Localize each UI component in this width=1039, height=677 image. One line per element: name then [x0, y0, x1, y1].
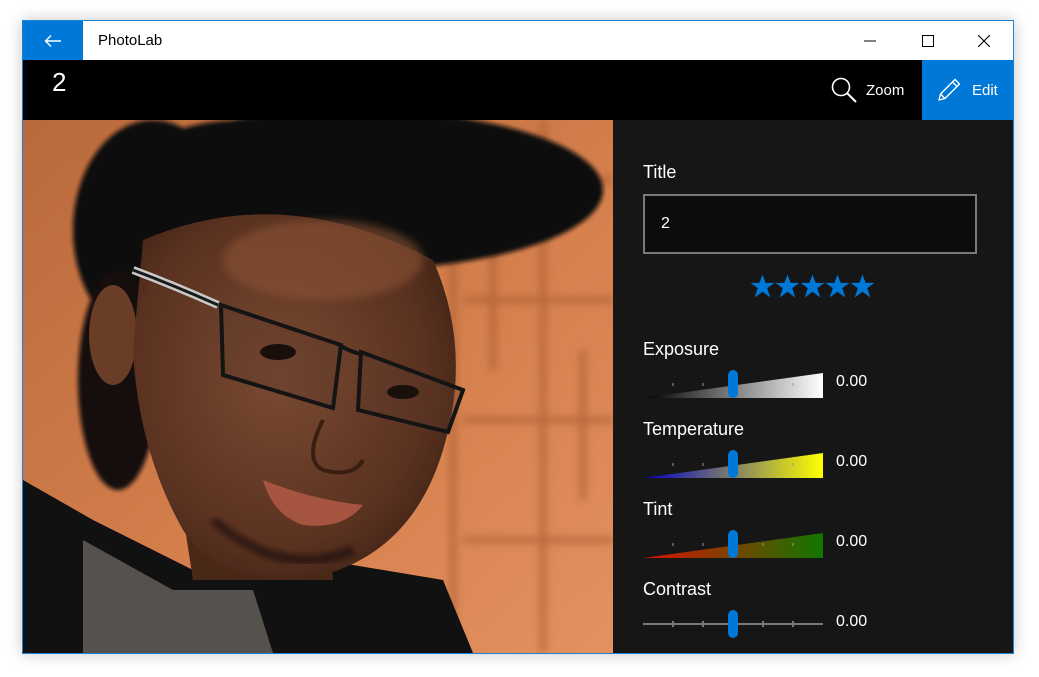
portrait-photo — [23, 120, 613, 653]
rating-control[interactable] — [750, 272, 875, 302]
minimize-icon — [864, 40, 876, 41]
tint-thumb[interactable] — [728, 530, 738, 558]
zoom-button[interactable]: Zoom — [818, 60, 922, 120]
title-input[interactable] — [643, 194, 977, 254]
magnifier-icon — [831, 77, 857, 103]
zoom-label: Zoom — [866, 81, 905, 99]
contrast-thumb[interactable] — [728, 610, 738, 638]
tint-value: 0.00 — [836, 533, 868, 550]
contrast-slider[interactable] — [643, 609, 823, 639]
temperature-thumb[interactable] — [728, 450, 738, 478]
temperature-label: Temperature — [643, 419, 745, 439]
close-icon — [978, 34, 990, 47]
title-label: Title — [643, 162, 677, 182]
star-icon[interactable] — [825, 272, 850, 300]
exposure-label: Exposure — [643, 339, 720, 359]
contrast-value: 0.00 — [836, 613, 868, 630]
app-title: PhotoLab — [98, 32, 163, 49]
command-bar: 2 Zoom Edit — [23, 60, 1013, 120]
minimize-button[interactable] — [841, 21, 899, 60]
close-button[interactable] — [955, 21, 1013, 60]
star-icon[interactable] — [775, 272, 800, 300]
maximize-button[interactable] — [899, 21, 957, 60]
edit-panel: Title Exposure 0.00 Temperature — [613, 120, 1013, 653]
pencil-icon — [938, 78, 961, 101]
app-window: PhotoLab 2 Zoom Edit Title 2 Exposure 0.… — [22, 20, 1014, 654]
tint-label: Tint — [643, 499, 673, 519]
title-bar: PhotoLab — [23, 21, 1013, 60]
star-icon[interactable] — [800, 272, 825, 300]
back-button[interactable] — [23, 21, 83, 60]
page-title: 2 — [52, 67, 67, 97]
star-icon[interactable] — [750, 272, 775, 300]
contrast-label: Contrast — [643, 579, 712, 599]
temperature-value: 0.00 — [836, 453, 868, 470]
tint-slider[interactable] — [643, 529, 823, 559]
portrait-photo-drawing — [23, 120, 613, 653]
edit-button[interactable]: Edit — [922, 60, 1013, 120]
back-arrow-icon — [44, 34, 61, 47]
exposure-thumb[interactable] — [728, 370, 738, 398]
exposure-value: 0.00 — [836, 373, 868, 390]
temperature-slider[interactable] — [643, 449, 823, 479]
exposure-slider[interactable] — [643, 369, 823, 399]
star-icon[interactable] — [850, 272, 875, 300]
maximize-icon — [922, 34, 934, 47]
edit-label: Edit — [972, 81, 998, 99]
